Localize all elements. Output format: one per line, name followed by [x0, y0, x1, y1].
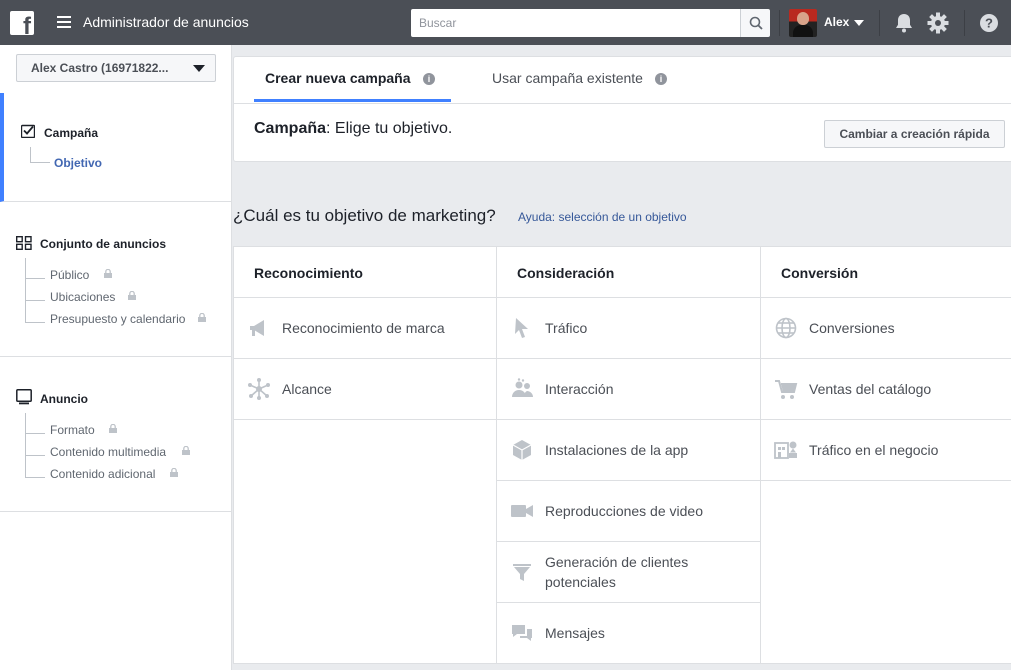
tree-line: [30, 147, 31, 162]
sidebar-item-formato[interactable]: Formato: [50, 423, 95, 437]
sidebar-heading-ad: Anuncio: [40, 392, 88, 406]
objective-video-views[interactable]: Reproducciones de video: [497, 481, 760, 542]
column-heading: Conversión: [761, 247, 1011, 298]
facebook-logo[interactable]: f: [10, 11, 34, 35]
column-consideration: Consideración Tráfico Interacción Instal…: [497, 247, 761, 664]
lock-icon: [182, 446, 190, 455]
tree-line: [25, 322, 45, 323]
panel-title: Campaña: Elige tu objetivo.: [254, 120, 453, 137]
bell-icon[interactable]: [892, 11, 916, 35]
grid-icon: [16, 236, 32, 250]
search-icon: [749, 16, 763, 30]
objective-catalog-sales[interactable]: Ventas del catálogo: [761, 359, 1011, 420]
tree-line: [25, 477, 45, 478]
tree-line: [25, 433, 45, 434]
video-camera-icon: [511, 505, 533, 517]
sidebar-item-presupuesto[interactable]: Presupuesto y calendario: [50, 312, 185, 326]
tree-line: [25, 413, 26, 477]
megaphone-icon: [250, 320, 264, 336]
account-selector[interactable]: Alex Castro (16971822...: [16, 54, 216, 82]
sidebar-item-adicional[interactable]: Contenido adicional: [50, 467, 155, 481]
chevron-down-icon[interactable]: [854, 20, 864, 26]
search-input[interactable]: [411, 9, 741, 37]
sidebar-section-adset[interactable]: Conjunto de anuncios Público Ubicaciones…: [0, 202, 232, 357]
column-heading: Reconocimiento: [234, 247, 496, 298]
search-button[interactable]: [740, 9, 770, 37]
info-icon[interactable]: i: [423, 73, 435, 85]
column-awareness: Reconocimiento Reconocimiento de marca A…: [234, 247, 497, 664]
active-tab-indicator: [254, 99, 451, 102]
column-heading: Consideración: [497, 247, 760, 298]
lock-icon: [104, 269, 112, 278]
help-icon[interactable]: ?: [978, 12, 1000, 34]
lock-icon: [128, 291, 136, 300]
sidebar-heading-campaign: Campaña: [44, 126, 99, 140]
sidebar-heading-adset: Conjunto de anuncios: [40, 237, 166, 251]
tab-create-new-campaign[interactable]: Crear nueva campaña: [265, 70, 411, 86]
divider: [779, 10, 780, 36]
lock-icon: [109, 424, 117, 433]
divider: [964, 10, 965, 36]
tab-use-existing-campaign[interactable]: Usar campaña existente: [492, 70, 643, 86]
dropdown-arrow-icon: [193, 65, 205, 72]
objective-store-traffic[interactable]: Tráfico en el negocio: [761, 420, 1011, 481]
objective-engagement[interactable]: Interacción: [497, 359, 760, 420]
avatar[interactable]: [789, 9, 817, 37]
switch-quick-creation-button[interactable]: Cambiar a creación rápida: [824, 120, 1005, 148]
tree-line: [25, 278, 45, 279]
user-name[interactable]: Alex: [824, 15, 849, 29]
store-icon: [774, 441, 797, 459]
box-icon: [512, 440, 532, 460]
sidebar-item-objetivo[interactable]: Objetivo: [54, 156, 102, 170]
tree-line: [30, 162, 50, 163]
cursor-icon: [515, 318, 528, 338]
globe-icon: [775, 317, 797, 339]
sidebar-item-multimedia[interactable]: Contenido multimedia: [50, 445, 166, 459]
network-icon: [248, 378, 270, 400]
svg-text:?: ?: [985, 16, 993, 31]
objective-grid: Reconocimiento Reconocimiento de marca A…: [233, 246, 1011, 664]
column-conversion: Conversión Conversiones Ventas del catál…: [761, 247, 1011, 664]
hamburger-menu-icon[interactable]: [57, 16, 71, 28]
sidebar-section-campaign[interactable]: Campaña Objetivo: [0, 93, 232, 202]
sidebar: Alex Castro (16971822... Campaña Objetiv…: [0, 45, 232, 670]
tree-line: [25, 258, 26, 322]
campaign-panel: Crear nueva campaña i Usar campaña exist…: [233, 56, 1011, 162]
monitor-icon: [16, 389, 32, 405]
top-bar: f Administrador de anuncios Alex ?: [0, 0, 1011, 45]
cart-icon: [775, 380, 798, 399]
people-icon: [512, 378, 533, 397]
help-link[interactable]: Ayuda: selección de un objetivo: [518, 210, 687, 224]
info-icon[interactable]: i: [655, 73, 667, 85]
objective-brand-awareness[interactable]: Reconocimiento de marca: [234, 298, 496, 359]
tree-line: [25, 455, 45, 456]
app-title: Administrador de anuncios: [83, 14, 249, 30]
lock-icon: [170, 468, 178, 477]
tree-line: [25, 300, 45, 301]
divider: [879, 10, 880, 36]
lock-icon: [198, 313, 206, 322]
divider: [234, 103, 1011, 104]
account-name: Alex Castro (16971822...: [31, 61, 169, 75]
objective-conversions[interactable]: Conversiones: [761, 298, 1011, 359]
objective-messages[interactable]: Mensajes: [497, 603, 760, 664]
objective-lead-generation[interactable]: Generación de clientes potenciales: [497, 542, 760, 603]
chat-bubbles-icon: [512, 625, 532, 641]
objective-question: ¿Cuál es tu objetivo de marketing?: [233, 206, 496, 225]
objective-traffic[interactable]: Tráfico: [497, 298, 760, 359]
funnel-icon: [513, 564, 531, 581]
gear-icon[interactable]: [926, 11, 950, 35]
objective-app-installs[interactable]: Instalaciones de la app: [497, 420, 760, 481]
sidebar-item-ubicaciones[interactable]: Ubicaciones: [50, 290, 115, 304]
sidebar-section-ad[interactable]: Anuncio Formato Contenido multimedia Con…: [0, 357, 232, 512]
checkbox-checked-icon: [21, 124, 35, 138]
objective-reach[interactable]: Alcance: [234, 359, 496, 420]
sidebar-item-publico[interactable]: Público: [50, 268, 89, 282]
